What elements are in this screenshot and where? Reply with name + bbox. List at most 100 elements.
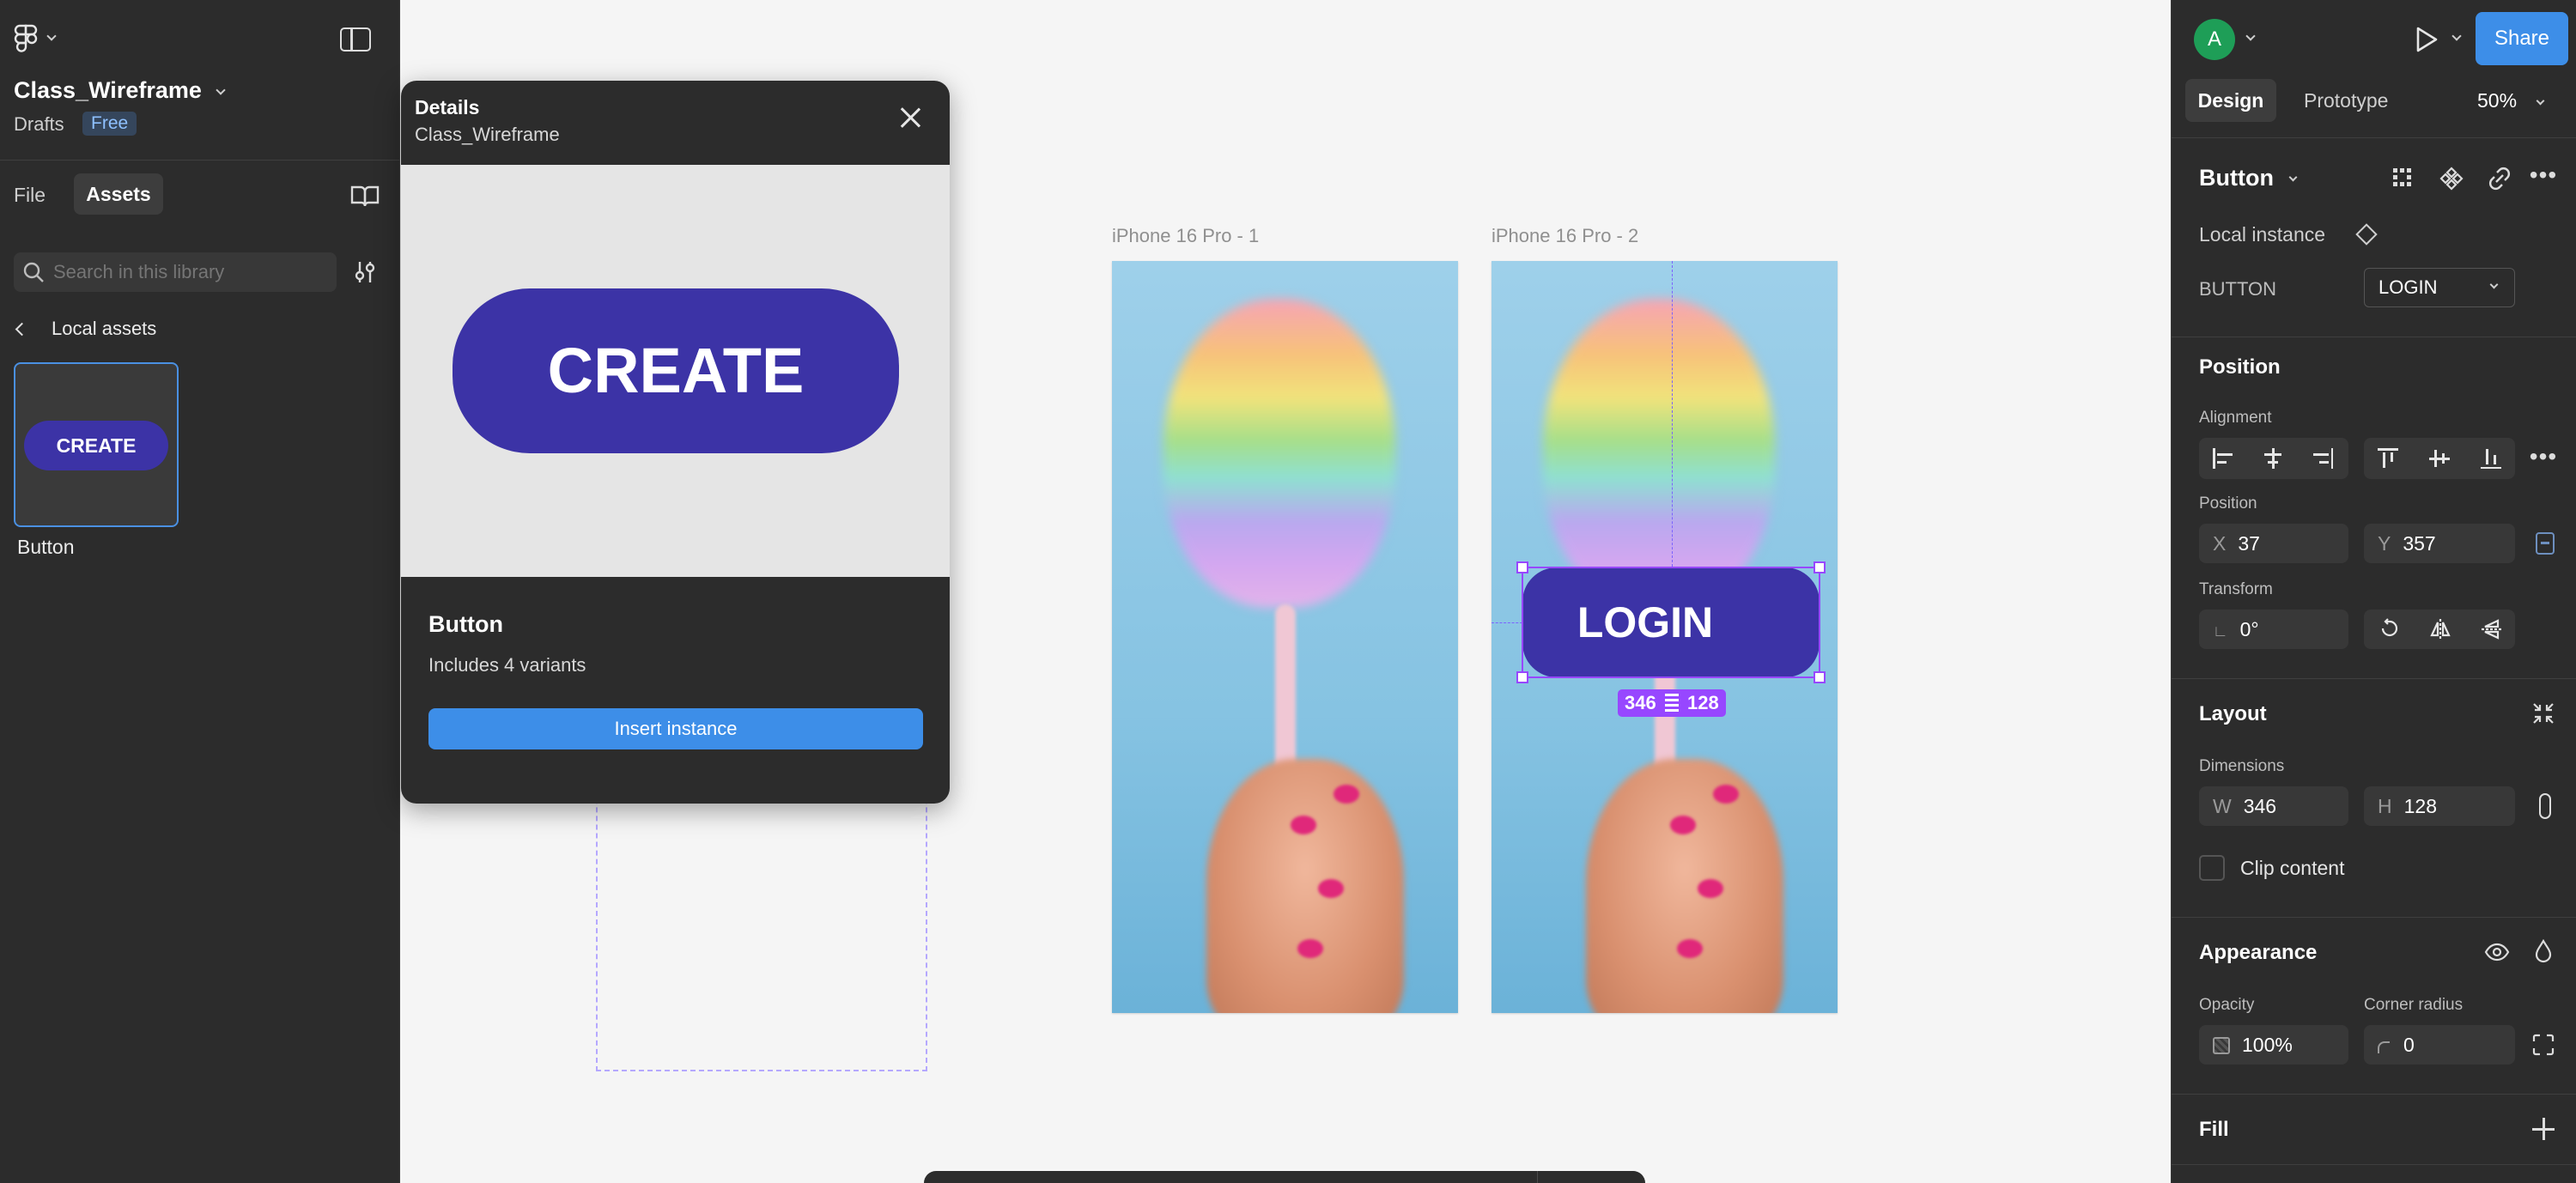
dimensions-label: Dimensions xyxy=(2199,757,2285,775)
independent-corners-icon[interactable] xyxy=(2532,1034,2555,1056)
iphone-frame-1[interactable] xyxy=(1112,261,1458,1013)
property-value-select[interactable]: LOGIN xyxy=(2364,268,2515,307)
zoom-menu[interactable]: 50% xyxy=(2477,89,2545,112)
breadcrumb-label: Local assets xyxy=(52,318,157,339)
library-settings-icon[interactable] xyxy=(352,259,378,285)
blend-mode-icon[interactable] xyxy=(2534,939,2553,963)
clip-content-checkbox[interactable] xyxy=(2199,855,2225,881)
add-fill-icon[interactable] xyxy=(2532,1118,2555,1140)
component-name-dropdown[interactable]: Button xyxy=(2199,165,2298,191)
position-section-title: Position xyxy=(2199,355,2281,379)
resize-handle[interactable] xyxy=(1814,671,1826,683)
local-instance-label: Local instance xyxy=(2199,223,2326,246)
opacity-label: Opacity xyxy=(2199,996,2255,1014)
chevron-down-icon xyxy=(46,31,57,41)
chevron-down-icon xyxy=(2536,96,2545,106)
library-book-icon[interactable] xyxy=(350,184,380,208)
avatar-letter: A xyxy=(2207,27,2221,51)
main-menu-button[interactable] xyxy=(14,22,65,57)
h-prefix: H xyxy=(2378,795,2392,817)
rotate-90-icon[interactable] xyxy=(2379,618,2400,640)
opacity-icon xyxy=(2213,1037,2230,1054)
component-preview: CREATE xyxy=(401,165,950,577)
search-input[interactable] xyxy=(53,252,328,292)
align-bottom-icon[interactable] xyxy=(2481,448,2501,469)
clip-content-label: Clip content xyxy=(2240,857,2345,879)
opacity-field[interactable]: 100% xyxy=(2199,1025,2348,1065)
transform-buttons xyxy=(2364,610,2515,649)
constrain-proportions-icon[interactable] xyxy=(2539,793,2551,819)
component-name: Button xyxy=(428,611,503,637)
tab-design[interactable]: Design xyxy=(2185,79,2276,122)
w-value: 346 xyxy=(2243,795,2277,817)
more-alignment-icon[interactable]: ••• xyxy=(2529,445,2558,469)
properties-panel: A Share Design Prototype 50% Button ••• … xyxy=(2171,0,2576,1183)
transform-label: Transform xyxy=(2199,580,2273,598)
visibility-eye-icon[interactable] xyxy=(2484,943,2510,962)
login-button-instance[interactable]: LOGIN xyxy=(1516,561,1826,683)
opacity-value: 100% xyxy=(2242,1034,2293,1056)
more-options-icon[interactable]: ••• xyxy=(2529,163,2558,189)
cotton-candy-image xyxy=(1112,261,1458,1013)
constraints-icon[interactable] xyxy=(2536,532,2555,555)
resize-handle[interactable] xyxy=(1516,561,1528,573)
width-field[interactable]: W 346 xyxy=(2199,786,2348,826)
share-button[interactable]: Share xyxy=(2476,12,2568,65)
asset-card-button[interactable]: CREATE xyxy=(14,362,179,527)
frame-label-1[interactable]: iPhone 16 Pro - 1 xyxy=(1112,225,1259,247)
corner-radius-field[interactable]: 0 xyxy=(2364,1025,2515,1065)
flip-vertical-icon[interactable] xyxy=(2481,618,2503,640)
file-name[interactable]: Class_Wireframe xyxy=(14,77,226,104)
position-label: Position xyxy=(2199,494,2257,513)
align-middle-v-icon[interactable] xyxy=(2429,448,2450,469)
toggle-sidebar-icon[interactable] xyxy=(340,27,371,52)
resize-handle[interactable] xyxy=(1516,671,1528,683)
rotation-field[interactable]: ∟ 0° xyxy=(2199,610,2348,649)
align-top-icon[interactable] xyxy=(2378,448,2398,469)
corner-radius-label: Corner radius xyxy=(2364,996,2464,1014)
y-value: 357 xyxy=(2403,532,2436,555)
flip-horizontal-icon[interactable] xyxy=(2429,618,2451,640)
y-position-field[interactable]: Y 357 xyxy=(2364,524,2515,563)
divider xyxy=(2172,137,2576,138)
selection-outline xyxy=(1522,567,1820,678)
x-position-field[interactable]: X 37 xyxy=(2199,524,2348,563)
tab-file[interactable]: File xyxy=(14,184,46,207)
nail xyxy=(1698,879,1723,898)
align-left-icon[interactable] xyxy=(2213,448,2233,469)
library-search-box[interactable] xyxy=(14,252,337,292)
drafts-location[interactable]: Drafts xyxy=(14,113,64,136)
detach-instance-icon[interactable] xyxy=(2488,167,2512,191)
bottom-toolbar[interactable] xyxy=(924,1171,1645,1183)
insert-instance-button[interactable]: Insert instance xyxy=(428,708,923,749)
avatar[interactable]: A xyxy=(2194,19,2235,60)
chevron-down-icon xyxy=(2489,280,2499,289)
rotation-value: 0° xyxy=(2239,618,2259,640)
align-right-icon[interactable] xyxy=(2312,448,2333,469)
size-badge: 346 128 xyxy=(1618,689,1726,717)
vertical-guide xyxy=(1672,261,1673,567)
tab-prototype[interactable]: Prototype xyxy=(2304,89,2388,112)
grid-variants-icon[interactable] xyxy=(2391,167,2414,189)
tab-assets[interactable]: Assets xyxy=(74,173,163,215)
collapse-layout-icon[interactable] xyxy=(2532,702,2555,725)
close-icon[interactable] xyxy=(899,106,921,129)
layout-section-title: Layout xyxy=(2199,702,2267,725)
left-sidebar: Class_Wireframe Drafts Free File Assets xyxy=(0,0,400,1183)
chevron-down-icon[interactable] xyxy=(2245,31,2256,41)
tab-prototype-label: Prototype xyxy=(2304,89,2389,112)
alignment-label: Alignment xyxy=(2199,409,2272,427)
size-badge-width: 346 xyxy=(1625,692,1656,713)
component-icon[interactable] xyxy=(2439,167,2464,191)
align-center-h-icon[interactable] xyxy=(2263,448,2283,469)
divider xyxy=(2172,1094,2576,1095)
frame-label-2[interactable]: iPhone 16 Pro - 2 xyxy=(1492,225,1638,247)
plan-badge: Free xyxy=(82,112,137,136)
y-prefix: Y xyxy=(2378,532,2391,555)
corner-radius-value: 0 xyxy=(2403,1034,2415,1056)
details-popover: Details Class_Wireframe CREATE Button In… xyxy=(401,81,950,804)
chevron-down-icon[interactable] xyxy=(2451,31,2462,41)
resize-handle[interactable] xyxy=(1814,561,1826,573)
present-play-icon[interactable] xyxy=(2414,26,2439,53)
height-field[interactable]: H 128 xyxy=(2364,786,2515,826)
